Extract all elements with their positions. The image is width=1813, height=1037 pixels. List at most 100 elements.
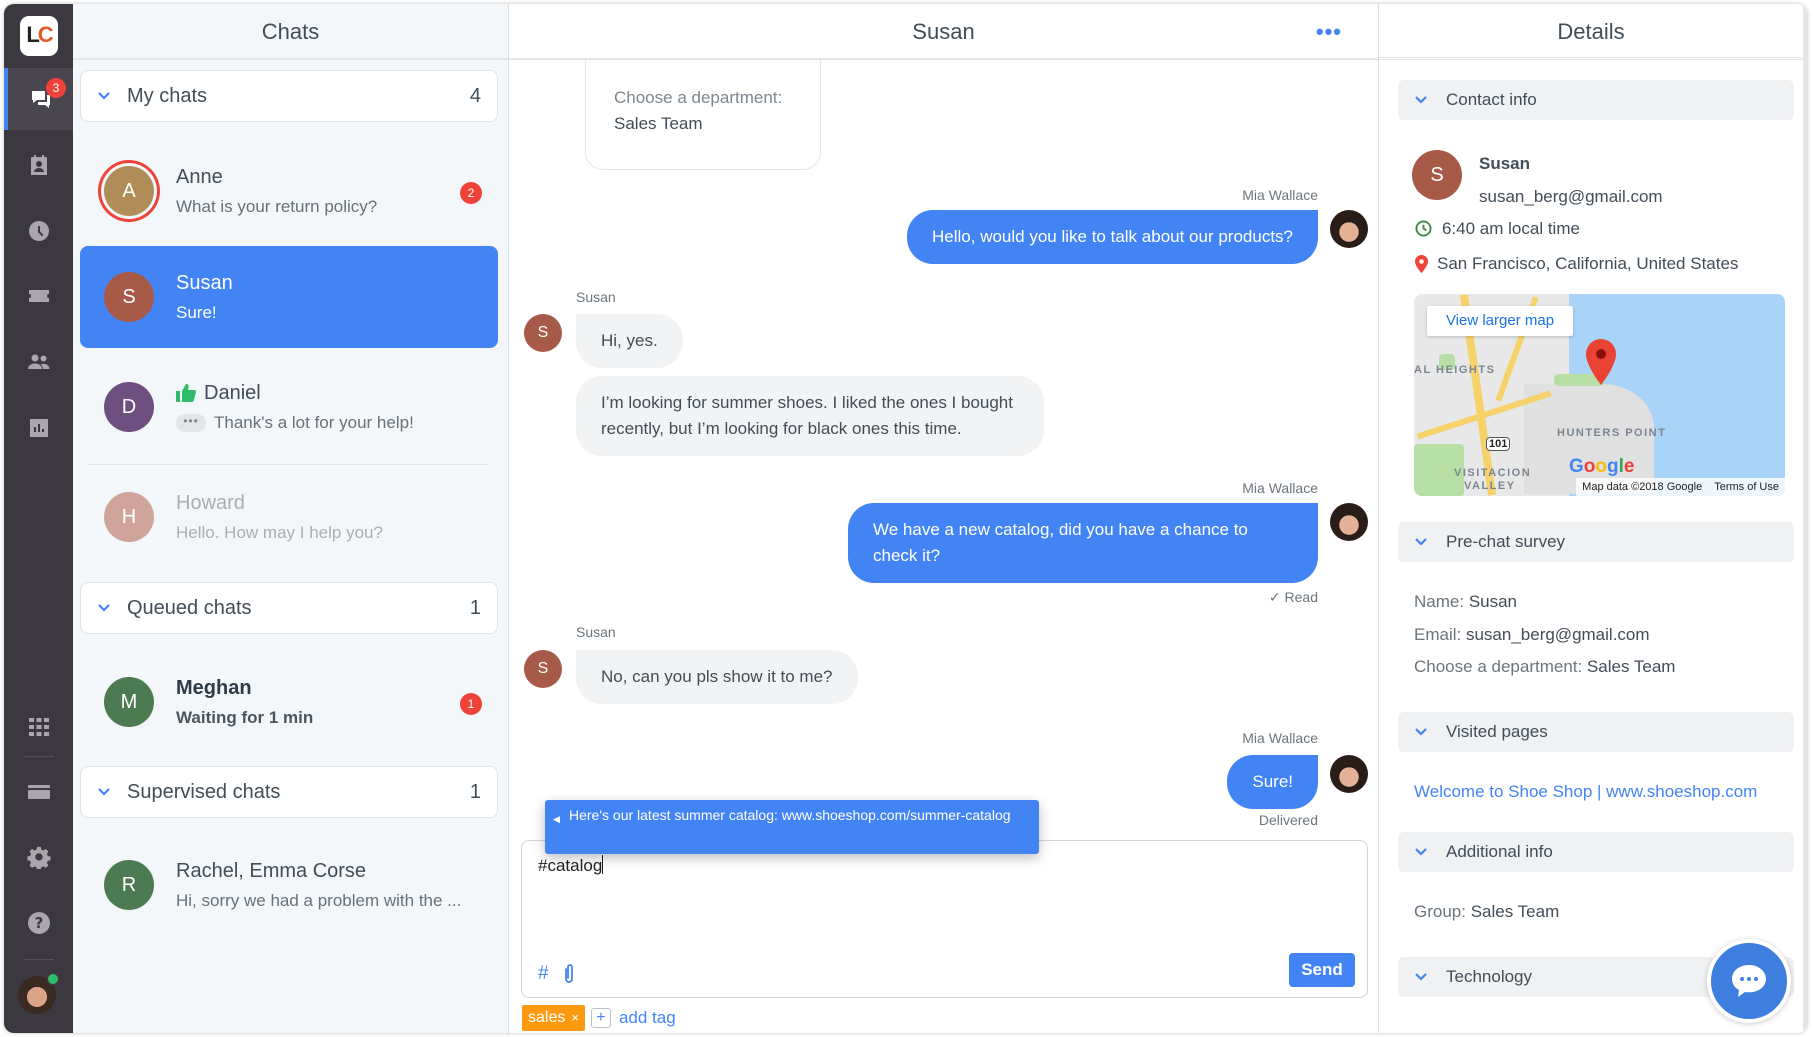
unread-badge: 1 [460, 693, 482, 715]
agent-avatar [1330, 210, 1368, 248]
field-label: Choose a department: [1414, 657, 1583, 676]
nav-item-archives[interactable] [4, 200, 73, 262]
chat-widget-button[interactable] [1707, 939, 1791, 1023]
chat-name: Rachel, Emma Corse [176, 859, 367, 882]
tag-sales[interactable]: sales × [522, 1005, 585, 1031]
chat-preview: Thank's a lot for your help! [214, 412, 414, 432]
group-label: Queued chats [127, 596, 252, 619]
avatar: D [104, 382, 154, 432]
send-button[interactable]: Send [1289, 953, 1355, 987]
remove-tag-icon[interactable]: × [571, 1010, 579, 1025]
ticket-icon [28, 290, 49, 302]
chat-list-item-daniel[interactable]: D Daniel ••• Thank's a lot for your help… [80, 356, 498, 458]
nav-separator [24, 959, 54, 960]
avatar: A [104, 166, 154, 216]
chevron-down-icon [1415, 848, 1427, 856]
group-queued-chats[interactable]: Queued chats 1 [80, 582, 498, 634]
nav-item-settings[interactable] [4, 826, 73, 888]
map-label: AL HEIGHTS [1414, 364, 1496, 376]
nav-item-tickets[interactable] [4, 265, 73, 327]
agent-avatar [1330, 755, 1368, 793]
department-answer: Sales Team [614, 114, 703, 133]
group-label: My chats [127, 84, 208, 107]
chat-name-row: Daniel [176, 382, 498, 405]
nav-item-apps[interactable] [4, 696, 73, 758]
map-label: VISITACION [1454, 467, 1532, 479]
map-label: HUNTERS POINT [1557, 427, 1667, 439]
thumbs-up-icon [176, 384, 196, 402]
chat-preview-row: ••• Thank's a lot for your help! [176, 413, 498, 433]
chat-preview: Hello. How may I help you? [176, 522, 383, 542]
canned-responses-hash-icon[interactable]: # [538, 963, 549, 985]
message-status: ✓ Read [1268, 589, 1318, 605]
field-label: Name: [1414, 592, 1465, 611]
section-visited-pages[interactable]: Visited pages [1398, 712, 1794, 752]
online-status-dot [46, 972, 60, 986]
message-bubble: Sure! [1227, 755, 1318, 809]
chats-badge: 3 [46, 78, 66, 98]
grid-icon [28, 718, 49, 736]
chat-list-item-rachel[interactable]: R Rachel, Emma Corse Hi, sorry we had a … [80, 834, 498, 936]
prechat-name: Name: Susan [1414, 592, 1517, 612]
nav-item-billing[interactable] [4, 761, 73, 823]
nav-item-chats[interactable]: 3 [4, 68, 73, 130]
chat-name: Daniel [204, 381, 261, 404]
chat-list-item-meghan[interactable]: M Meghan Waiting for 1 min 1 [80, 651, 498, 753]
message-bubble: I’m looking for summer shoes. I liked th… [576, 376, 1044, 456]
visited-page-link[interactable]: Welcome to Shoe Shop | www.shoeshop.com [1414, 782, 1757, 802]
nav-separator [24, 756, 54, 757]
logo[interactable]: LC [20, 16, 58, 56]
message-composer[interactable]: #catalog # Send [521, 840, 1368, 998]
chat-list-item-susan[interactable]: S Susan Sure! [80, 246, 498, 348]
nav-item-agents[interactable] [4, 331, 73, 393]
chat-list-item-anne[interactable]: A Anne What is your return policy? 2 [80, 140, 498, 242]
chevron-down-icon [1415, 973, 1427, 981]
group-label: Supervised chats [127, 780, 281, 803]
section-pre-chat-survey[interactable]: Pre-chat survey [1398, 522, 1794, 562]
clock-icon [28, 221, 49, 241]
highway-shield: 101 [1486, 437, 1511, 451]
canned-response-suggestion[interactable]: ◀ Here's our latest summer catalog: www.… [545, 800, 1039, 854]
section-label: Visited pages [1446, 722, 1548, 741]
section-contact-info[interactable]: Contact info [1398, 80, 1794, 120]
message-bubble: No, can you pls show it to me? [576, 650, 858, 704]
chat-title: Susan [509, 4, 1378, 60]
chat-text: Daniel ••• Thank's a lot for your help! [176, 382, 498, 433]
message-status: Delivered [1258, 812, 1318, 828]
nav-item-help[interactable]: ? [4, 892, 73, 954]
department-question: Choose a department: [614, 88, 783, 107]
agent-avatar[interactable] [18, 972, 60, 1014]
paperclip-icon[interactable] [562, 963, 576, 985]
add-tag-link[interactable]: add tag [619, 1008, 676, 1028]
nav-item-reports[interactable] [4, 397, 73, 459]
nav-item-customers[interactable] [4, 135, 73, 197]
field-value: Sales Team [1470, 902, 1560, 921]
chat-panel: Susan ••• Choose a department: Sales Tea… [509, 4, 1379, 1033]
chat-text: Meghan Waiting for 1 min [176, 677, 498, 728]
details-panel: Details Contact info S Susan susan_berg@… [1379, 4, 1807, 1033]
message-author: Mia Wallace [1242, 187, 1318, 203]
chevron-down-icon [1415, 96, 1427, 104]
chat-text: Susan Sure! [176, 272, 498, 323]
field-value: susan_berg@gmail.com [1465, 625, 1650, 644]
avatar: S [104, 272, 154, 322]
agent-avatar [1330, 503, 1368, 541]
section-additional-info[interactable]: Additional info [1398, 832, 1794, 872]
chat-list-item-howard[interactable]: H Howard Hello. How may I help you? [80, 466, 498, 568]
chat-name: Susan [176, 271, 233, 294]
group-supervised-chats[interactable]: Supervised chats 1 [80, 766, 498, 818]
map-terms-link[interactable]: Terms of Use [1708, 478, 1785, 496]
google-logo: Google [1569, 456, 1635, 477]
section-label: Pre-chat survey [1446, 532, 1566, 551]
more-options-button[interactable]: ••• [1316, 21, 1342, 43]
credit-card-icon [27, 785, 50, 799]
message-input[interactable]: #catalog [538, 855, 604, 876]
details-title: Details [1379, 4, 1803, 60]
map-label: VALLEY [1464, 480, 1516, 492]
add-tag-plus-button[interactable]: + [590, 1008, 611, 1028]
chat-text: Anne What is your return policy? [176, 166, 498, 217]
view-larger-map-link[interactable]: View larger map [1427, 306, 1573, 336]
field-value: Sales Team [1586, 657, 1676, 676]
group-my-chats[interactable]: My chats 4 [80, 70, 498, 122]
location-map[interactable]: AL HEIGHTS HUNTERS POINT VISITACION VALL… [1414, 294, 1785, 496]
